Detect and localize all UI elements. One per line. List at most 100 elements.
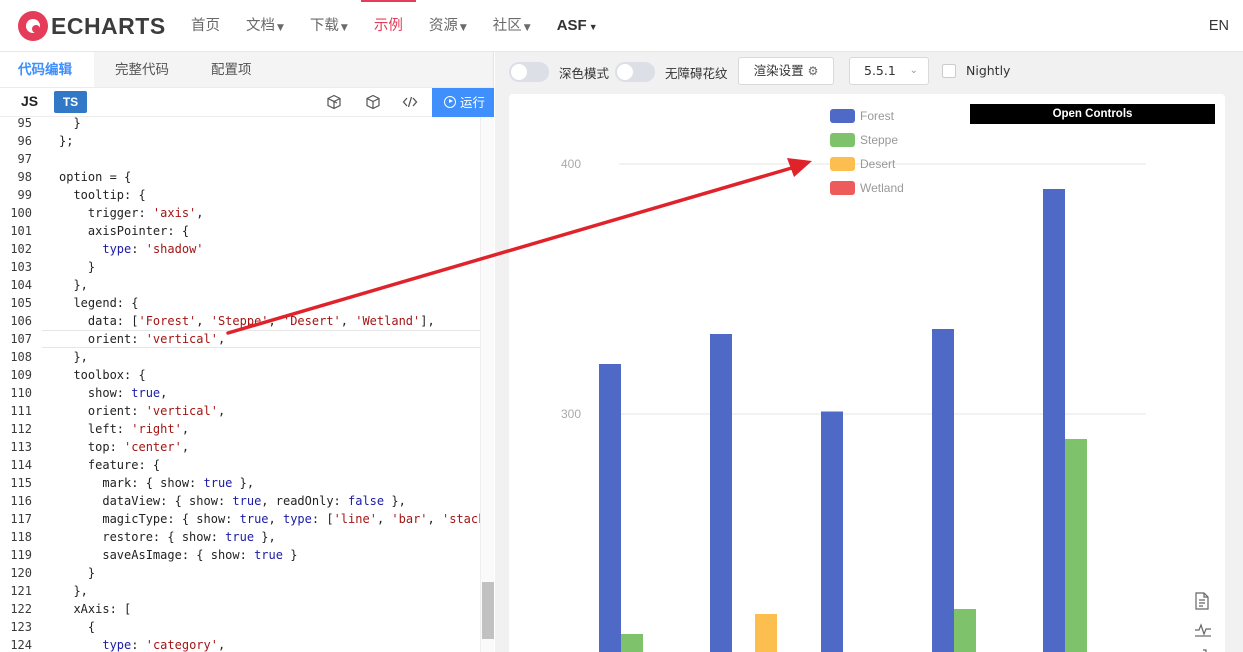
nav-item-2[interactable]: 下载 ▼ <box>297 0 361 52</box>
editor-scrollbar[interactable] <box>480 117 494 652</box>
bar-forest <box>599 364 621 652</box>
line-number: 110 <box>10 386 32 400</box>
line-number: 108 <box>10 350 32 364</box>
echarts-logo-icon <box>18 11 48 41</box>
line-number: 109 <box>10 368 32 382</box>
nav-item-0[interactable]: 首页 <box>178 0 233 52</box>
code-line: orient: 'vertical', <box>59 332 226 346</box>
legend-swatch <box>830 181 855 195</box>
legend-item-forest[interactable]: Forest <box>830 109 894 123</box>
code-line: tooltip: { <box>59 188 146 202</box>
data-view-icon[interactable] <box>1194 592 1210 610</box>
line-number: 116 <box>10 494 32 508</box>
line-number: 104 <box>10 278 32 292</box>
code-line: dataView: { show: true, readOnly: false … <box>59 494 406 508</box>
caret-down-icon: ▼ <box>340 23 348 33</box>
bar-chart-icon[interactable] <box>1194 646 1210 652</box>
line-number: 122 <box>10 602 32 616</box>
y-tick-label: 400 <box>561 157 581 171</box>
cube-outline-icon[interactable] <box>326 94 342 110</box>
code-line: legend: { <box>59 296 139 310</box>
line-number: 102 <box>10 242 32 256</box>
bar-steppe <box>954 609 976 652</box>
code-line: mark: { show: true }, <box>59 476 255 490</box>
legend-swatch <box>830 109 855 123</box>
line-number: 95 <box>17 117 32 130</box>
y-tick-label: 300 <box>561 407 581 421</box>
code-line: option = { <box>59 170 132 184</box>
line-number: 103 <box>10 260 32 274</box>
bar-forest <box>710 334 732 652</box>
code-line: toolbox: { <box>59 368 146 382</box>
nav-item-3[interactable]: 示例 <box>360 0 416 52</box>
editor-toolbar: JS TS 运行 <box>0 88 494 117</box>
code-line: top: 'center', <box>59 440 190 454</box>
editor-scrollbar-thumb[interactable] <box>482 582 494 639</box>
caret-down-icon: ▼ <box>523 23 531 33</box>
dark-mode-toggle[interactable] <box>509 62 549 82</box>
code-line: axisPointer: { <box>59 224 190 238</box>
legend-swatch <box>830 157 855 171</box>
echarts-logo[interactable]: ECHARTS <box>18 11 166 41</box>
bar-steppe <box>621 634 643 652</box>
nav-item-4[interactable]: 资源 ▼ <box>416 0 480 52</box>
nightly-checkbox[interactable] <box>942 64 956 78</box>
cube-icon[interactable] <box>365 94 381 110</box>
caret-down-icon: ▼ <box>277 23 284 33</box>
nav-item-1[interactable]: 文档 ▼ <box>233 0 297 52</box>
top-navigation: ECHARTS 首页 文档 ▼ 下载 ▼ 示例 资源 ▼ 社区 ▼ ASF ▼ EN <box>0 0 1243 52</box>
code-icon[interactable] <box>402 94 418 110</box>
line-number: 113 <box>10 440 32 454</box>
editor-tab-0[interactable]: 代码编辑 <box>0 52 94 87</box>
nav-item-5[interactable]: 社区 ▼ <box>480 0 544 52</box>
caret-down-icon: ▼ <box>588 22 598 32</box>
line-chart-icon[interactable] <box>1194 620 1211 638</box>
code-line: magicType: { show: true, type: ['line', … <box>59 512 494 526</box>
language-switch[interactable]: EN <box>1209 0 1229 52</box>
caret-down-icon: ▼ <box>459 23 467 33</box>
line-number: 112 <box>10 422 32 436</box>
line-number: 115 <box>10 476 32 490</box>
line-number: 111 <box>10 404 32 418</box>
chevron-down-icon: ⌄ <box>909 65 918 76</box>
line-number: 124 <box>10 638 32 652</box>
line-number: 105 <box>10 296 32 310</box>
run-label: 运行 <box>460 95 486 110</box>
version-select[interactable]: 5.5.1 ⌄ <box>849 57 929 85</box>
a11y-pattern-toggle[interactable] <box>615 62 655 82</box>
nav-item-label: 示例 <box>373 18 403 34</box>
code-text-area[interactable]: }}; option = { tooltip: { trigger: 'axis'… <box>42 117 494 652</box>
line-number: 123 <box>10 620 32 634</box>
line-number: 121 <box>10 584 32 598</box>
line-number: 119 <box>10 548 32 562</box>
code-line: saveAsImage: { show: true } <box>59 548 298 562</box>
code-line: }, <box>59 278 88 292</box>
nightly-label: Nightly <box>966 63 1011 78</box>
run-button[interactable]: 运行 <box>432 88 494 117</box>
editor-tab-2[interactable]: 配置项 <box>190 52 273 87</box>
line-number: 118 <box>10 530 32 544</box>
legend-swatch <box>830 133 855 147</box>
editor-tab-1[interactable]: 完整代码 <box>94 52 190 87</box>
code-line: data: ['Forest', 'Steppe', 'Desert', 'We… <box>59 314 435 328</box>
preview-control-bar: 深色模式 无障碍花纹 渲染设置 ⚙ 5.5.1 ⌄ Nightly <box>495 52 1243 90</box>
line-number: 97 <box>17 152 32 166</box>
bar-steppe <box>1065 439 1087 652</box>
code-line: xAxis: [ <box>59 602 132 616</box>
line-number: 100 <box>10 206 32 220</box>
code-line: }, <box>59 584 88 598</box>
code-editor[interactable]: 95 96 97 98 99 100 101 102 103 104 105 106 107 108 109… <box>0 117 494 652</box>
code-line: left: 'right', <box>59 422 190 436</box>
lang-ts-button[interactable]: TS <box>54 91 87 113</box>
legend-item-steppe[interactable]: Steppe <box>830 133 898 147</box>
legend-item-desert[interactable]: Desert <box>830 157 895 171</box>
legend-item-wetland[interactable]: Wetland <box>830 181 904 195</box>
lang-js-button[interactable]: JS <box>21 93 38 109</box>
code-line: restore: { show: true }, <box>59 530 276 544</box>
render-settings-button[interactable]: 渲染设置 ⚙ <box>738 57 834 85</box>
line-number: 96 <box>17 134 32 148</box>
bar-desert <box>755 614 777 652</box>
nav-item-label: 首页 <box>191 18 220 34</box>
line-number: 114 <box>10 458 32 472</box>
nav-item-6[interactable]: ASF ▼ <box>544 0 611 52</box>
